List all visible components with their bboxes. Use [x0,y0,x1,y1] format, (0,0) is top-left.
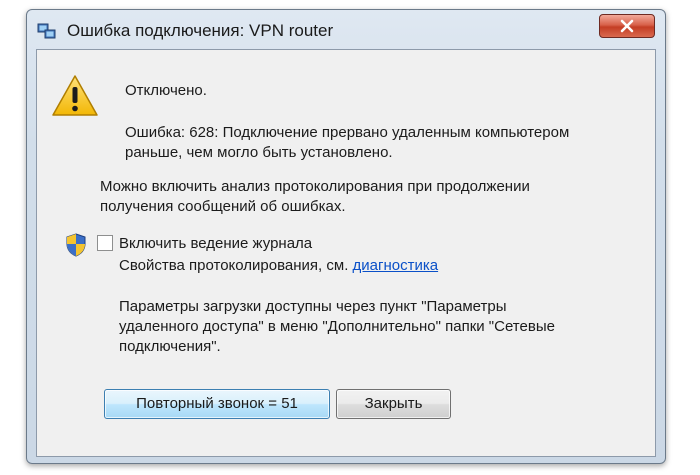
status-text: Отключено. [125,82,207,99]
uac-shield-icon [65,233,87,257]
logging-hint-line-1: Можно включить анализ протоколирования п… [100,178,530,195]
window-title: Ошибка подключения: VPN router [67,21,334,40]
close-icon [620,19,634,33]
close-window-button[interactable] [599,14,655,38]
diagnostics-prefix: Свойства протоколирования, см. [119,257,349,274]
params-line-3: подключения". [119,338,221,355]
error-line-1: Ошибка: 628: Подключение прервано удален… [125,124,570,141]
dialog-content: Отключено. Ошибка: 628: Подключение прер… [36,49,656,457]
warning-icon [51,74,99,118]
error-dialog-window: Ошибка подключения: VPN router Отключено… [26,9,666,464]
params-line-1: Параметры загрузки доступны через пункт … [119,298,507,315]
diagnostics-link[interactable]: диагностика [353,257,439,274]
title-bar[interactable]: Ошибка подключения: VPN router [27,10,665,52]
error-line-2: раньше, чем могло быть установлено. [125,144,393,161]
close-button[interactable]: Закрыть [336,389,451,419]
redial-button[interactable]: Повторный звонок = 51 [104,389,330,419]
params-line-2: удаленного доступа" в меню "Дополнительн… [119,318,555,335]
diagnostics-line: Свойства протоколирования, см. диагности… [119,256,438,275]
enable-logging-label[interactable]: Включить ведение журнала [119,234,312,253]
logging-hint-line-2: получения сообщений об ошибках. [100,198,346,215]
network-icon [37,22,57,40]
enable-logging-checkbox[interactable] [97,235,113,251]
